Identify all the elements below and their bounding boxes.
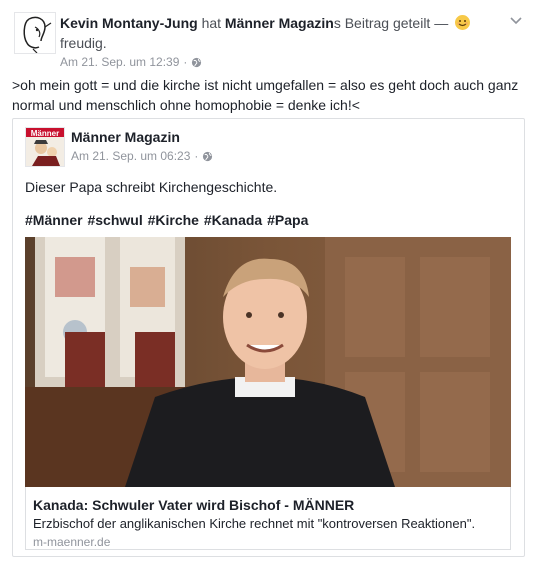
globe-icon (191, 57, 202, 71)
hashtag-link[interactable]: #Männer (25, 212, 83, 228)
page-name-link[interactable]: Männer Magazin (225, 15, 334, 31)
chevron-down-icon[interactable] (508, 12, 524, 28)
link-preview-description: Erzbischof der anglikanischen Kirche rec… (33, 516, 476, 531)
hashtag-link[interactable]: #Kanada (204, 212, 262, 228)
post-timestamp[interactable]: Am 21. Sep. um 12:39 (60, 55, 179, 69)
avatar-logo-text: Männer (31, 129, 59, 138)
hashtag-link[interactable]: #Papa (267, 212, 308, 228)
author-avatar[interactable] (14, 12, 56, 54)
hashtag-link[interactable]: #schwul (87, 212, 142, 228)
author-name-link[interactable]: Kevin Montany-Jung (60, 15, 198, 31)
hashtag-list: #Männer #schwul #Kirche #Kanada #Papa (25, 212, 308, 228)
feeling-label: freudig. (60, 35, 107, 51)
shared-verb: hat (201, 15, 222, 31)
shared-suffix: s Beitrag geteilt — (333, 15, 449, 31)
globe-icon (202, 151, 213, 165)
shared-page-avatar[interactable]: Männer (25, 127, 65, 167)
smiling-face-emoji-icon (455, 15, 471, 30)
shared-post-text: Dieser Papa schreibt Kirchengeschichte. (25, 179, 278, 195)
post-body-text: >oh mein gott = und die kirche ist nicht… (12, 77, 519, 113)
post-header: Kevin Montany-Jung hat Männer Magazins B… (60, 14, 490, 32)
hashtag-link[interactable]: #Kirche (148, 212, 199, 228)
shared-post-meta: Am 21. Sep. um 06:23 · (71, 149, 213, 165)
shared-post-timestamp[interactable]: Am 21. Sep. um 06:23 (71, 149, 190, 163)
link-preview-title[interactable]: Kanada: Schwuler Vater wird Bischof - MÄ… (33, 497, 354, 513)
link-preview-domain: m-maenner.de (33, 535, 111, 549)
shared-page-name-link[interactable]: Männer Magazin (71, 129, 180, 145)
link-preview-image[interactable] (25, 237, 511, 487)
post-meta: Am 21. Sep. um 12:39 · (60, 55, 202, 71)
shared-post-card: Männer Männer Magazin Am 21. Sep. um 06:… (12, 118, 525, 557)
